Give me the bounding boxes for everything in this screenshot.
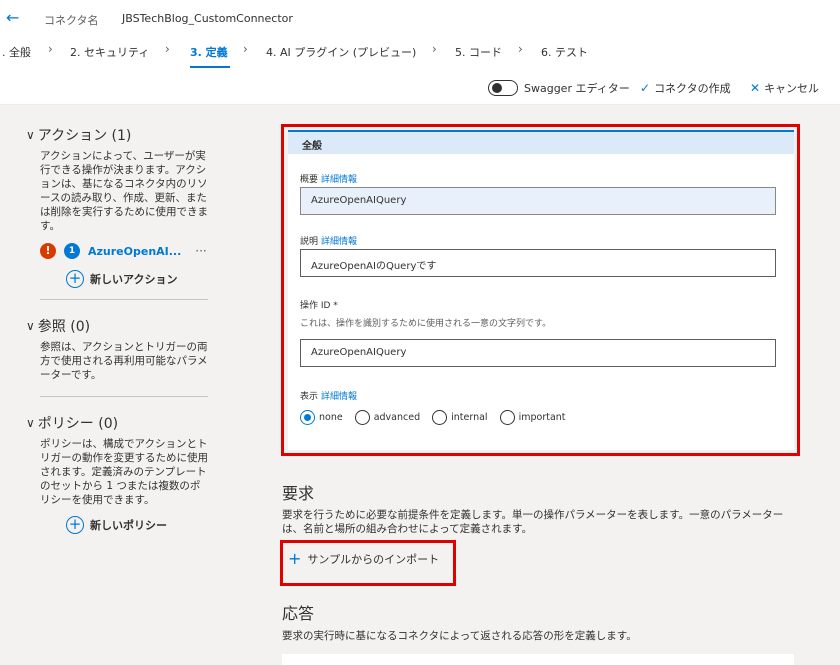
request-description: 要求を行うために必要な前提条件を定義します。単一の操作パラメーターを表します。一… xyxy=(282,509,784,535)
more-options-icon[interactable]: ··· xyxy=(195,244,206,258)
swagger-editor-label: Swagger エディター xyxy=(524,82,630,95)
connector-name-label: コネクタ名 xyxy=(44,14,99,27)
section-divider xyxy=(40,396,208,397)
chevron-right-icon: › xyxy=(518,42,523,56)
section-divider xyxy=(40,299,208,300)
cancel-button[interactable]: ✕ キャンセル xyxy=(750,80,819,96)
tab-test[interactable]: 6. テスト xyxy=(541,44,588,60)
title-bar: ← コネクタ名 JBSTechBlog_CustomConnector xyxy=(0,0,840,38)
connector-name-value[interactable]: JBSTechBlog_CustomConnector xyxy=(122,12,293,25)
chevron-down-icon: ∨ xyxy=(26,416,35,430)
actions-section-title: アクション (1) xyxy=(37,128,132,144)
chevron-down-icon: ∨ xyxy=(26,319,35,333)
response-panel xyxy=(282,654,794,665)
active-tab-indicator xyxy=(190,66,230,68)
tab-code[interactable]: 5. コード xyxy=(455,44,502,60)
actions-section-header[interactable]: ∨ アクション (1) xyxy=(26,125,208,145)
new-action-label: 新しいアクション xyxy=(90,273,178,286)
highlight-box-import xyxy=(280,540,456,586)
response-title: 応答 xyxy=(282,604,315,623)
references-section-description: 参照は、アクションとトリガーの両方で使用される再利用可能なパラメーターです。 xyxy=(40,341,208,381)
references-section-title: 参照 (0) xyxy=(37,319,91,335)
request-title: 要求 xyxy=(282,484,315,503)
tab-ai-plugin[interactable]: 4. AI プラグイン (プレビュー) xyxy=(266,44,416,60)
swagger-editor-toggle[interactable] xyxy=(488,80,518,96)
tab-general[interactable]: . 全般 xyxy=(2,44,31,60)
check-icon: ✓ xyxy=(640,81,651,95)
tab-security[interactable]: 2. セキュリティ xyxy=(70,44,149,60)
actions-section: ∨ アクション (1) アクションによって、ユーザーが実行できる操作が決まります… xyxy=(26,125,208,289)
policies-section-description: ポリシーは、構成でアクションとトリガーの動作を変更するために使用されます。定義済… xyxy=(40,438,208,506)
chevron-right-icon: › xyxy=(48,42,53,56)
cancel-label: キャンセル xyxy=(764,82,820,95)
chevron-down-icon: ∨ xyxy=(26,128,35,142)
operation-name[interactable]: AzureOpenAI... xyxy=(88,245,181,258)
warning-icon: ! xyxy=(40,243,56,259)
left-panel: ∨ アクション (1) アクションによって、ユーザーが実行できる操作が決まります… xyxy=(26,125,208,535)
policies-section: ∨ ポリシー (0) ポリシーは、構成でアクションとトリガーの動作を変更するため… xyxy=(26,413,208,535)
wizard-tabs: . 全般 › 2. セキュリティ › 3. 定義 › 4. AI プラグイン (… xyxy=(0,40,840,68)
policies-section-title: ポリシー (0) xyxy=(37,416,119,432)
highlight-box-general xyxy=(281,124,800,456)
close-icon: ✕ xyxy=(750,81,761,95)
references-section: ∨ 参照 (0) 参照は、アクションとトリガーの両方で使用される再利用可能なパラ… xyxy=(26,316,208,382)
create-connector-label: コネクタの作成 xyxy=(654,82,731,95)
add-circle-icon: + xyxy=(66,270,84,288)
add-circle-icon: + xyxy=(66,516,84,534)
new-policy-label: 新しいポリシー xyxy=(90,519,167,532)
chevron-right-icon: › xyxy=(432,42,437,56)
policies-section-header[interactable]: ∨ ポリシー (0) xyxy=(26,413,208,433)
response-description: 要求の実行時に基になるコネクタによって返される応答の形を定義します。 xyxy=(282,630,637,642)
new-policy-button[interactable]: + 新しいポリシー xyxy=(26,515,208,535)
chevron-right-icon: › xyxy=(243,42,248,56)
back-arrow-icon[interactable]: ← xyxy=(6,9,24,27)
chevron-right-icon: › xyxy=(165,42,170,56)
command-bar: Swagger エディター ✓ コネクタの作成 ✕ キャンセル xyxy=(0,74,840,102)
create-connector-button[interactable]: ✓ コネクタの作成 xyxy=(640,80,731,96)
operation-number-badge: 1 xyxy=(64,243,80,259)
references-section-header[interactable]: ∨ 参照 (0) xyxy=(26,316,208,336)
actions-section-description: アクションによって、ユーザーが実行できる操作が決まります。アクションは、基になる… xyxy=(40,150,208,232)
operation-item[interactable]: ! 1 AzureOpenAI... ··· xyxy=(26,241,208,261)
tab-definition[interactable]: 3. 定義 xyxy=(190,44,228,60)
new-action-button[interactable]: + 新しいアクション xyxy=(26,269,208,289)
